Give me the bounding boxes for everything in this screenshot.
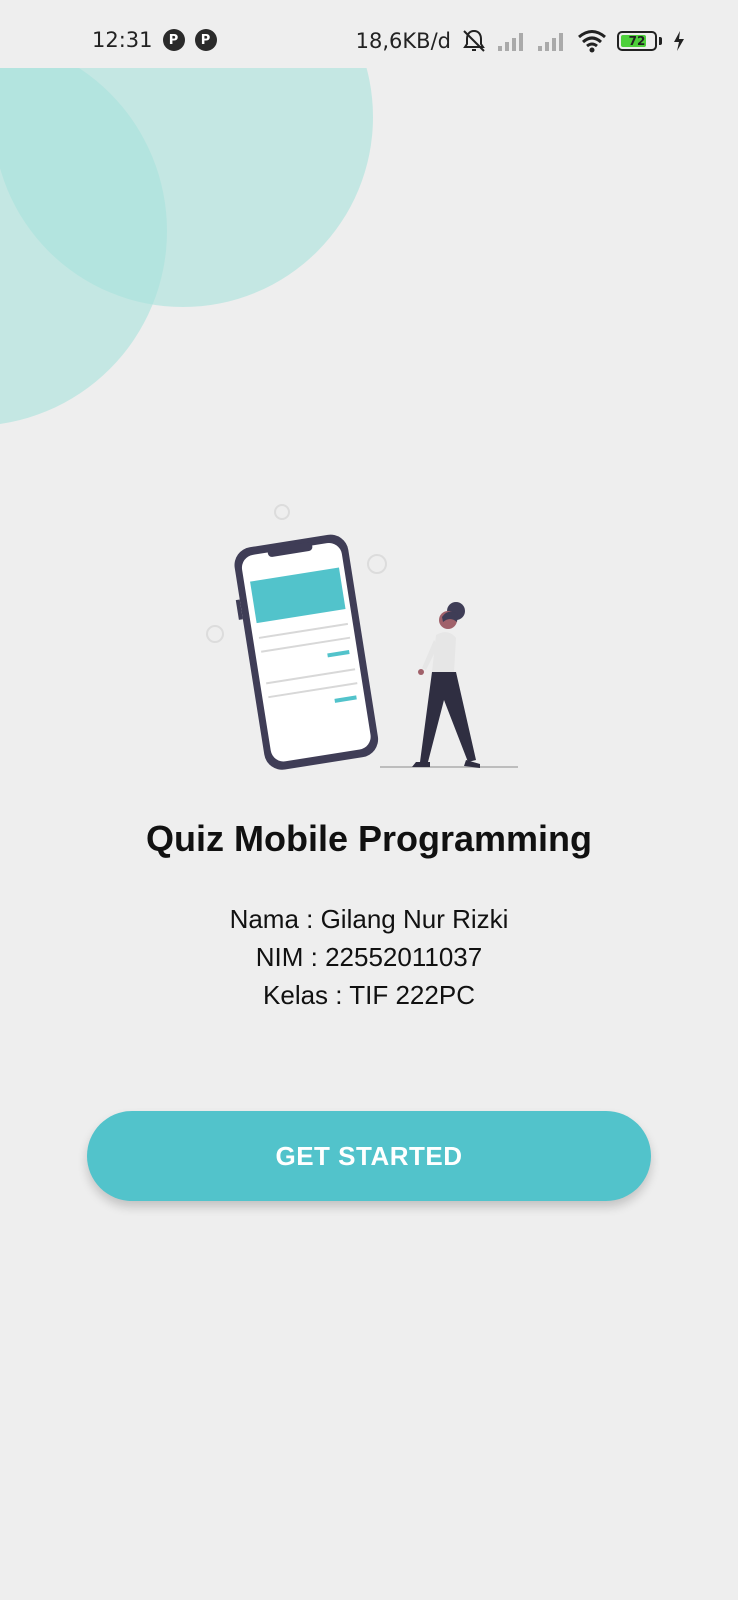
battery-level: 72	[628, 34, 646, 48]
decorative-circles	[0, 68, 373, 424]
notification-app-icon: P	[162, 29, 185, 51]
phone-woman-illustration	[206, 504, 518, 770]
info-class: Kelas : TIF 222PC	[263, 980, 475, 1010]
status-left: 12:31 P P	[92, 28, 217, 52]
info-name: Nama : Gilang Nur Rizki	[229, 904, 509, 934]
signal-icon	[498, 33, 523, 51]
notification-app-icon: P	[194, 29, 217, 51]
wifi-icon	[578, 30, 606, 53]
signal-icon	[538, 33, 563, 51]
info-nim: NIM : 22552011037	[255, 942, 483, 972]
network-speed: 18,6KB/d	[355, 29, 451, 53]
status-right: 18,6KB/d 72	[356, 28, 686, 54]
student-info: Nama : Gilang Nur Rizki NIM : 2255201103…	[0, 900, 738, 1014]
status-time: 12:31	[92, 28, 153, 52]
page-title: Quiz Mobile Programming	[145, 818, 593, 859]
charging-bolt-icon	[674, 31, 684, 51]
battery-tip	[659, 37, 662, 45]
get-started-button[interactable]: GET STARTED	[87, 1111, 651, 1201]
mute-bell-icon	[463, 29, 485, 52]
battery-icon: 72	[617, 31, 657, 51]
